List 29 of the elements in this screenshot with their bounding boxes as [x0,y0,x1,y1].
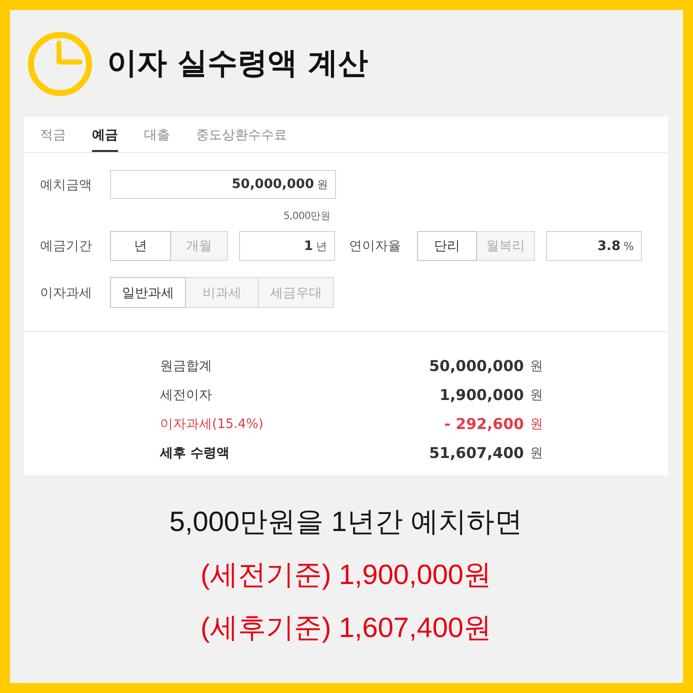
summary-text: 5,000만원을 1년간 예치하면 [169,506,523,537]
amount-field[interactable]: 50,000,000 원 [110,170,336,199]
result-unit: 원 [530,444,543,462]
clock-icon [28,32,92,96]
field-label: 예금기간 [40,238,93,255]
rate-field[interactable]: 3.8 % [546,231,642,261]
period-unit-option[interactable]: 년 [110,231,171,261]
period-field[interactable]: 1 년 [239,231,335,261]
result-unit: 원 [530,386,543,404]
tab[interactable]: 예금 [92,117,118,152]
result-value: - 292,600 [444,414,524,432]
page-title: 이자 실수령액 계산 [107,46,368,82]
field-label: 이자과세 [40,284,93,302]
result-label: 이자과세(15.4%) [160,416,264,432]
interest-type-option[interactable]: 단리 [417,231,477,261]
result-unit: 원 [530,416,543,432]
summary-text: (세전기준) 1,900,000원 [200,559,492,590]
field-label: 연이자율 [349,238,402,255]
result-value: 1,900,000 [440,386,524,404]
result-unit: 원 [530,358,543,374]
taxation-option[interactable]: 일반과세 [110,277,186,308]
amount-hint: 5,000만원 [283,210,330,222]
summary-text: (세후기준) 1,607,400원 [200,612,492,643]
result-label: 원금합계 [160,358,213,374]
result-label: 세전이자 [160,386,213,404]
result-value: 51,607,400 [429,444,524,462]
result-label: 세후 수령액 [160,444,231,462]
field-label: 예치금액 [40,176,93,194]
result-value: 50,000,000 [429,356,524,374]
